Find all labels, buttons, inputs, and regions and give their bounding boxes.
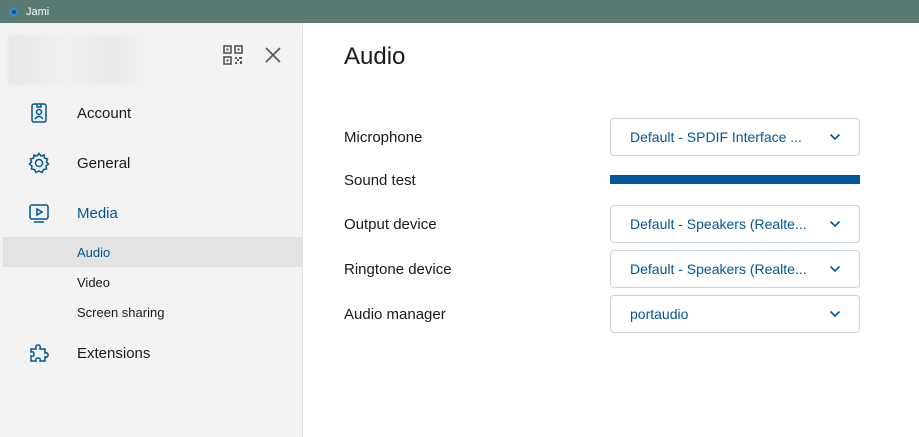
ringtone-device-select[interactable]: Default - Speakers (Realte...: [610, 250, 860, 288]
audio-manager-select[interactable]: portaudio: [610, 295, 860, 333]
audio-manager-select-value: portaudio: [630, 306, 689, 322]
chevron-down-icon: [829, 265, 841, 273]
output-device-label: Output device: [344, 216, 437, 233]
window-title: Jami: [26, 5, 50, 18]
media-play-icon: [29, 204, 49, 223]
sound-test-level-bar: [610, 175, 860, 184]
sidebar-item-account[interactable]: Account: [0, 93, 303, 133]
qr-code-icon[interactable]: [221, 43, 245, 67]
sound-test-label: Sound test: [344, 172, 416, 189]
microphone-select[interactable]: Default - SPDIF Interface ...: [610, 118, 860, 156]
account-profile-preview[interactable]: [8, 35, 155, 85]
audio-manager-label: Audio manager: [344, 306, 446, 323]
ringtone-device-label: Ringtone device: [344, 261, 452, 278]
gear-icon: [28, 152, 50, 174]
ringtone-device-select-value: Default - Speakers (Realte...: [630, 261, 807, 277]
sidebar-subitem-video[interactable]: Video: [3, 267, 303, 297]
page-title: Audio: [344, 43, 406, 70]
sidebar-item-label: Media: [77, 204, 118, 222]
sidebar-subitem-audio[interactable]: Audio: [3, 237, 303, 267]
sidebar-item-extensions[interactable]: Extensions: [0, 333, 303, 373]
puzzle-icon: [30, 344, 49, 362]
jami-logo-icon: [8, 5, 20, 18]
close-icon[interactable]: [261, 43, 285, 67]
output-device-select-value: Default - Speakers (Realte...: [630, 216, 807, 232]
sidebar-item-general[interactable]: General: [0, 143, 303, 183]
sidebar-subitem-label: Screen sharing: [77, 304, 165, 320]
sidebar-subitem-label: Video: [77, 274, 111, 290]
microphone-select-value: Default - SPDIF Interface ...: [630, 129, 802, 145]
settings-sidebar: Account General Media Audio Video Screen…: [0, 23, 303, 437]
microphone-label: Microphone: [344, 129, 423, 146]
title-bar: Jami: [0, 0, 919, 23]
sidebar-item-label: Extensions: [77, 344, 151, 362]
account-badge-icon: [31, 103, 47, 123]
sidebar-subitem-label: Audio: [77, 244, 111, 260]
sidebar-item-media[interactable]: Media: [0, 193, 303, 233]
sidebar-item-label: Account: [77, 104, 132, 122]
chevron-down-icon: [829, 220, 841, 228]
chevron-down-icon: [829, 310, 841, 318]
sidebar-subitem-screen-sharing[interactable]: Screen sharing: [3, 297, 303, 327]
sidebar-item-label: General: [77, 154, 131, 172]
audio-settings-panel: Audio Microphone Default - SPDIF Interfa…: [304, 23, 919, 437]
output-device-select[interactable]: Default - Speakers (Realte...: [610, 205, 860, 243]
chevron-down-icon: [829, 133, 841, 141]
